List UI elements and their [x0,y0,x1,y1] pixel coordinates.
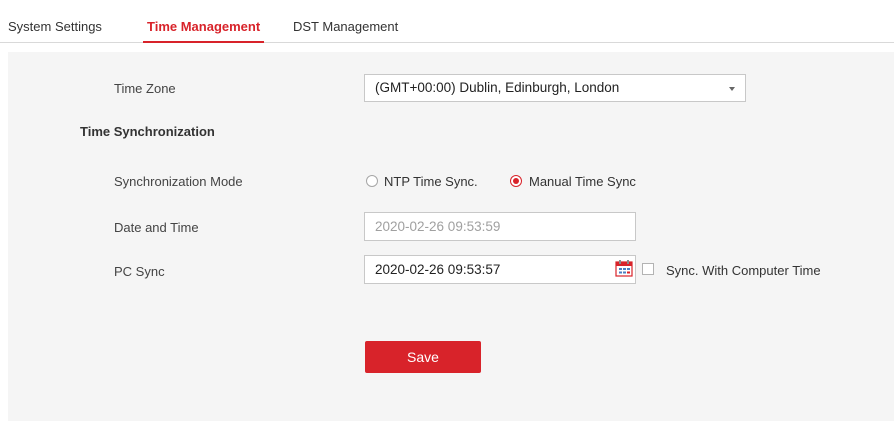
date-time-value: 2020-02-26 09:53:59 [375,219,501,234]
tab-bar: System Settings Time Management DST Mana… [0,12,894,43]
active-tab-underline [143,41,265,43]
top-crop-strip [0,0,894,12]
calendar-icon[interactable] [615,259,633,277]
tab-label: DST Management [293,19,399,34]
pc-sync-field[interactable]: 2020-02-26 09:53:57 [364,255,636,284]
chevron-down-icon [729,87,735,91]
date-time-field: 2020-02-26 09:53:59 [364,212,636,241]
tab-time-management[interactable]: Time Management [143,12,265,43]
radio-selected-dot [513,178,519,184]
time-zone-label: Time Zone [114,81,176,96]
pc-sync-value: 2020-02-26 09:53:57 [375,262,501,277]
manual-sync-radio[interactable] [510,175,522,187]
sync-mode-label: Synchronization Mode [114,174,243,189]
ntp-sync-radio[interactable] [366,175,378,187]
time-zone-select[interactable]: (GMT+00:00) Dublin, Edinburgh, London [364,74,746,102]
tab-label: System Settings [8,19,102,34]
tab-dst-management[interactable]: DST Management [293,12,398,42]
sync-computer-time-checkbox[interactable] [642,263,654,275]
tab-label: Time Management [147,19,261,34]
time-sync-section-title: Time Synchronization [80,124,215,139]
time-zone-value: (GMT+00:00) Dublin, Edinburgh, London [375,80,620,95]
tab-system-settings[interactable]: System Settings [8,12,102,42]
date-time-label: Date and Time [114,220,199,235]
sync-computer-time-label[interactable]: Sync. With Computer Time [666,263,821,278]
ntp-sync-label[interactable]: NTP Time Sync. [384,174,478,189]
save-button[interactable]: Save [365,341,481,373]
pc-sync-label: PC Sync [114,264,165,279]
manual-sync-label[interactable]: Manual Time Sync [529,174,636,189]
